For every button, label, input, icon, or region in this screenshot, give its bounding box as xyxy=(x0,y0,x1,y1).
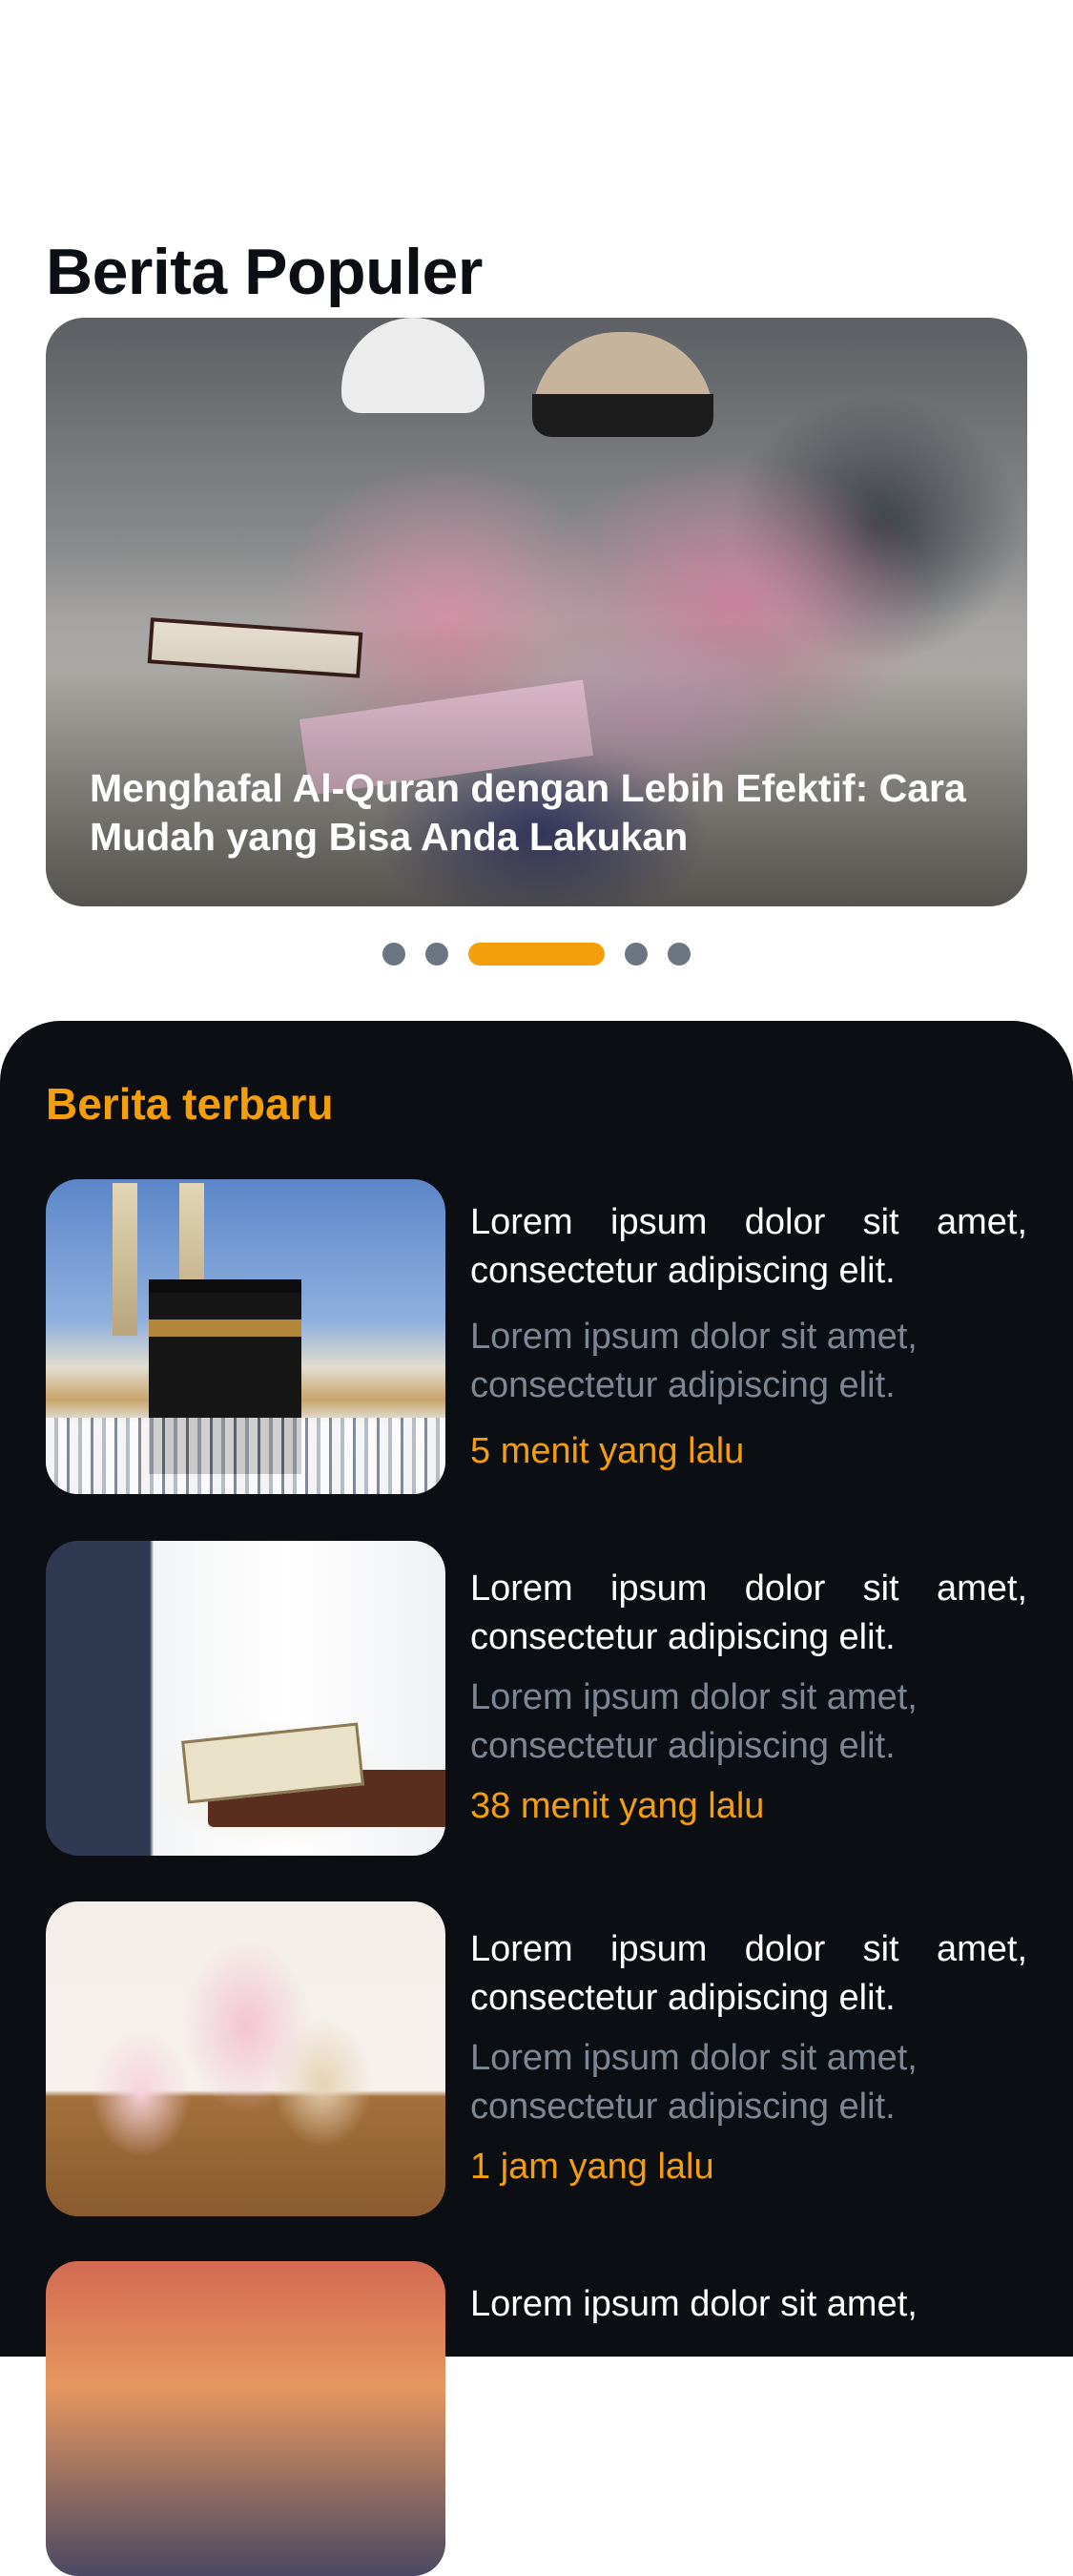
news-excerpt: Lorem ipsum dolor sit amet, consectetur … xyxy=(470,2038,918,2127)
latest-news-heading: Berita terbaru xyxy=(46,1079,334,1129)
featured-image-detail xyxy=(532,332,713,437)
carousel-pagination xyxy=(0,940,1073,968)
news-thumbnail xyxy=(46,1541,445,1856)
news-list-item[interactable]: Lorem ipsum dolor sit amet, xyxy=(46,2261,1027,2576)
latest-news-sheet: Berita terbaru Lorem ipsum dolor sit ame… xyxy=(0,1021,1073,2576)
news-timestamp: 38 menit yang lalu xyxy=(470,1786,765,1826)
featured-news-caption: Menghafal Al-Quran dengan Lebih Efektif:… xyxy=(90,766,966,859)
thumbnail-detail xyxy=(46,1418,445,1494)
news-text: Lorem ipsum dolor sit amet, consectetur … xyxy=(470,1925,1027,2192)
news-title: Lorem ipsum dolor sit amet, xyxy=(470,2284,918,2324)
carousel-dot[interactable] xyxy=(425,943,448,966)
news-excerpt: Lorem ipsum dolor sit amet, consectetur … xyxy=(470,1677,918,1766)
news-text: Lorem ipsum dolor sit amet, xyxy=(470,2280,1027,2329)
news-list-item[interactable]: Lorem ipsum dolor sit amet, consectetur … xyxy=(46,1179,1027,1494)
news-text: Lorem ipsum dolor sit amet, consectetur … xyxy=(470,1565,1027,1831)
carousel-dot[interactable] xyxy=(625,943,648,966)
featured-news-card[interactable]: Menghafal Al-Quran dengan Lebih Efektif:… xyxy=(46,318,1027,906)
news-title: Lorem ipsum dolor sit amet, consectetur … xyxy=(470,1929,1027,2018)
featured-image-overlay xyxy=(46,620,1027,906)
news-thumbnail xyxy=(46,1179,445,1494)
carousel-dot-active[interactable] xyxy=(468,943,605,966)
news-title: Lorem ipsum dolor sit amet, consectetur … xyxy=(470,1568,1027,1657)
page-title: Berita Populer xyxy=(46,235,483,308)
carousel-dot[interactable] xyxy=(382,943,405,966)
carousel-dot[interactable] xyxy=(668,943,691,966)
news-thumbnail xyxy=(46,2261,445,2576)
featured-image-detail xyxy=(341,318,485,413)
news-list-item[interactable]: Lorem ipsum dolor sit amet, consectetur … xyxy=(46,1901,1027,2216)
news-title: Lorem ipsum dolor sit amet, consectetur … xyxy=(470,1202,1027,1291)
news-excerpt: Lorem ipsum dolor sit amet, consectetur … xyxy=(470,1317,918,1405)
news-list-item[interactable]: Lorem ipsum dolor sit amet, consectetur … xyxy=(46,1541,1027,1856)
news-thumbnail xyxy=(46,1901,445,2216)
news-text: Lorem ipsum dolor sit amet, consectetur … xyxy=(470,1198,1027,1476)
thumbnail-detail xyxy=(113,1183,137,1336)
news-timestamp: 5 menit yang lalu xyxy=(470,1431,745,1471)
news-timestamp: 1 jam yang lalu xyxy=(470,2147,714,2187)
